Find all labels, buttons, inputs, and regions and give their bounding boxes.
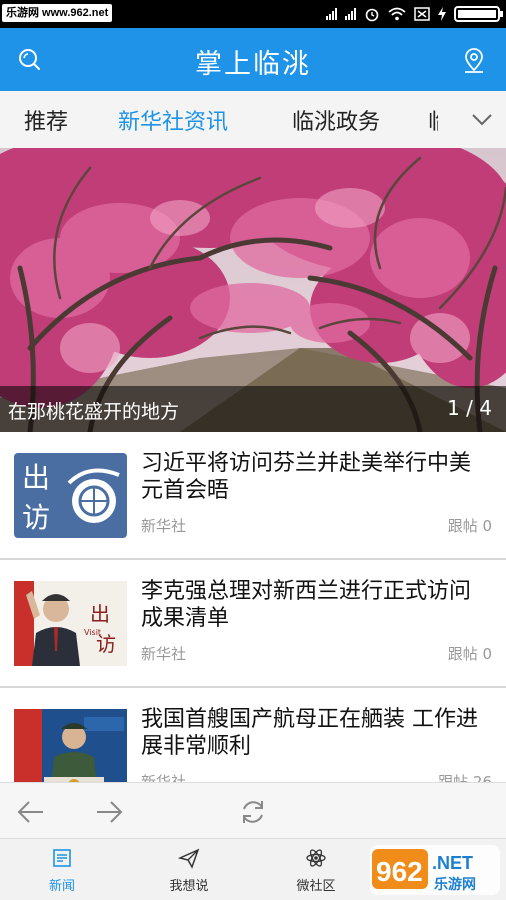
- news-thumbnail: [14, 709, 127, 782]
- page-title: 掌上临洮: [195, 49, 311, 80]
- watermark: 乐游网 www.962.net: [2, 4, 113, 22]
- status-icons: [326, 4, 503, 24]
- banner-carousel[interactable]: 在那桃花盛开的地方 1 / 4: [0, 148, 506, 432]
- atom-icon: [306, 849, 326, 867]
- chevron-down-icon[interactable]: [470, 107, 494, 131]
- tab-xinhua-news[interactable]: 新华社资讯: [118, 104, 228, 136]
- signal-icon-2: [345, 8, 356, 20]
- tabbar-item-micro-community[interactable]: 微社区: [276, 847, 356, 894]
- location-pin-icon[interactable]: [460, 46, 488, 74]
- news-source: 新华社: [141, 773, 187, 782]
- tab-recommend[interactable]: 推荐: [24, 104, 68, 136]
- app-header: 掌上临洮: [0, 28, 506, 91]
- wifi-icon: [388, 7, 406, 21]
- news-item[interactable]: 我国首艘国产航母正在舾装 工作进展非常顺利 新华社 跟帖 26: [0, 688, 506, 782]
- news-headline: 习近平将访问芬兰并赴美举行中美元首会晤: [141, 451, 472, 503]
- tab-lintao[interactable]: 临洮: [428, 104, 438, 136]
- news-thumbnail: 出 访: [14, 453, 127, 538]
- banner-caption: 在那桃花盛开的地方 1 / 4: [0, 386, 506, 432]
- banner-caption-text: 在那桃花盛开的地方: [8, 401, 180, 423]
- back-arrow-icon[interactable]: [16, 797, 46, 827]
- news-source: 新华社: [141, 645, 187, 663]
- news-headline: 我国首艘国产航母正在舾装 工作进展非常顺利: [141, 707, 478, 759]
- news-reply-count: 跟帖 26: [438, 773, 492, 782]
- news-source: 新华社: [141, 517, 187, 535]
- navigation-toolbar: [0, 782, 506, 838]
- news-reply-count: 跟帖 0: [447, 645, 492, 663]
- news-headline: 李克强总理对新西兰进行正式访问成果清单: [141, 579, 472, 631]
- news-reply-count: 跟帖 0: [447, 517, 492, 535]
- forward-arrow-icon[interactable]: [94, 797, 124, 827]
- logo-net-text: .NET: [432, 853, 473, 873]
- tabbar-item-news[interactable]: 新闻: [22, 847, 102, 894]
- thumb-text-fang: 访: [22, 501, 50, 534]
- category-tabs: 推荐 新华社资讯 临洮政务 临洮: [0, 91, 506, 148]
- tab-lintao-government[interactable]: 临洮政务: [292, 104, 380, 136]
- paper-plane-icon: [178, 848, 200, 869]
- charging-icon: [438, 7, 446, 21]
- status-bar: 乐游网 www.962.net: [0, 0, 506, 28]
- thumb-text-chu: 出: [22, 461, 50, 494]
- thumb-text-chu-2: 出: [90, 602, 110, 626]
- app-screen: 乐游网 www.962.net 掌上临洮 推荐 新华社资讯 临洮政务 在那桃花盛…: [0, 0, 506, 900]
- logo-962-text: 962: [376, 856, 423, 887]
- banner-pager: 1 / 4: [447, 396, 492, 420]
- refresh-icon[interactable]: [238, 797, 268, 827]
- logo-cn-text: 乐游网: [434, 876, 476, 893]
- news-icon: [53, 849, 71, 867]
- tabbar-label: 新闻: [48, 879, 75, 894]
- battery-icon: [454, 6, 503, 22]
- tabbar-label: 微社区: [296, 879, 336, 894]
- watermark-logo: 962 .NET 乐游网: [370, 845, 500, 895]
- news-item[interactable]: 出 访 Visit 李克强总理对新西兰进行正式访问成果清单 新华社 跟帖 0: [0, 560, 506, 688]
- thumb-text-visit: Visit: [84, 628, 101, 637]
- no-sim-icon: [414, 7, 430, 21]
- tabbar-label: 我想说: [169, 879, 209, 894]
- signal-icon: [326, 8, 337, 20]
- news-list: 出 访 习近平将访问芬兰并赴美举行中美元首会晤 新华社 跟帖 0 出 访 Vis…: [0, 432, 506, 782]
- tabbar-item-want-to-say[interactable]: 我想说: [149, 847, 229, 894]
- alarm-icon: [365, 8, 379, 22]
- news-item[interactable]: 出 访 习近平将访问芬兰并赴美举行中美元首会晤 新华社 跟帖 0: [0, 432, 506, 560]
- news-thumbnail: 出 访 Visit: [14, 581, 127, 666]
